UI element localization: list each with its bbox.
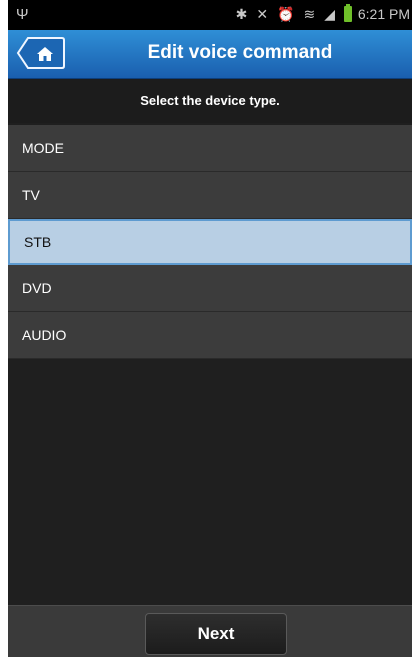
alarm-icon: ⏰: [277, 6, 295, 22]
list-item-stb[interactable]: STB: [8, 219, 412, 265]
battery-icon: [344, 4, 352, 22]
bluetooth-icon: ✱: [235, 6, 248, 22]
list-item-audio[interactable]: AUDIO: [8, 312, 412, 359]
list-item-dvd[interactable]: DVD: [8, 265, 412, 312]
list-item-mode[interactable]: MODE: [8, 125, 412, 172]
signal-icon: ◢: [324, 6, 335, 22]
status-time: 6:21 PM: [357, 6, 410, 22]
mute-icon: ✕: [256, 6, 269, 22]
page-title: Edit voice command: [147, 42, 333, 63]
app-bar: Edit voice command: [8, 30, 412, 79]
wifi-icon: ≋: [303, 6, 316, 22]
device-type-list: MODE TV STB DVD AUDIO: [8, 125, 412, 359]
device-type-prompt: Select the device type.: [8, 79, 412, 123]
home-button[interactable]: [16, 36, 66, 70]
status-bar: Ψ ✱ ✕ ⏰ ≋ ◢ 6:21 PM: [8, 0, 412, 30]
app-screen: Ψ ✱ ✕ ⏰ ≋ ◢ 6:21 PM Edit voice command S…: [8, 0, 412, 657]
next-button[interactable]: Next: [145, 613, 287, 655]
list-item-tv[interactable]: TV: [8, 172, 412, 219]
usb-icon: Ψ: [16, 6, 29, 23]
status-icons: ✱ ✕ ⏰ ≋ ◢: [235, 4, 352, 23]
bottom-bar: Next: [8, 605, 412, 657]
